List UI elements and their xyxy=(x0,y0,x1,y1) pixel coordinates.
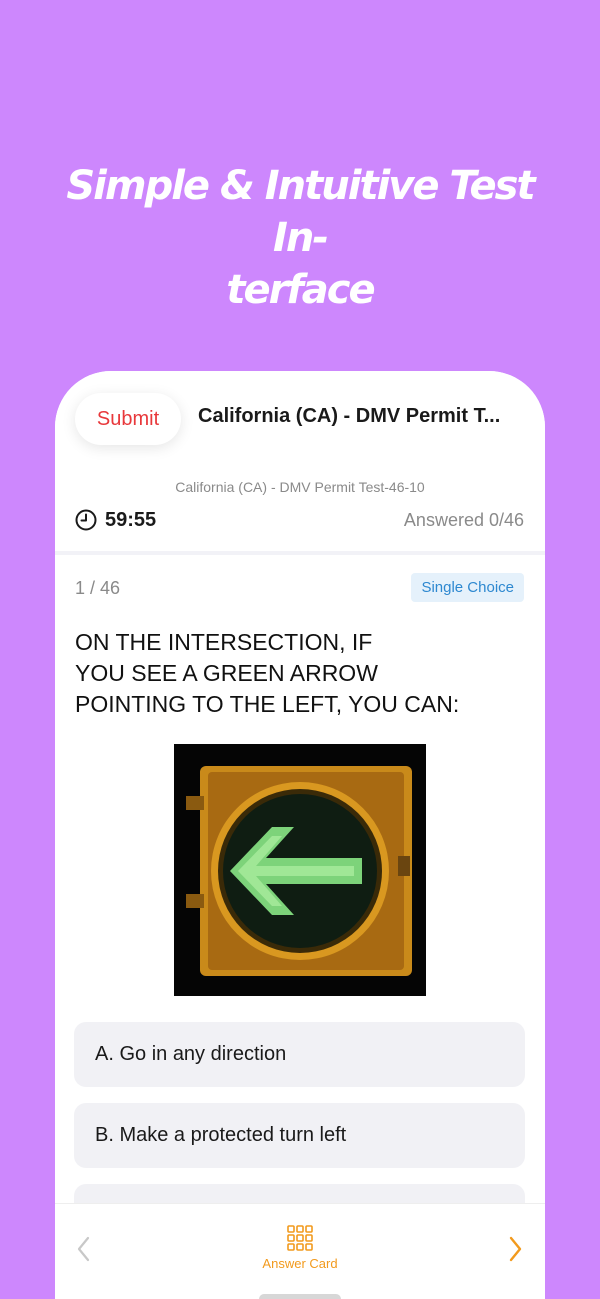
question-counter: 1 / 46 xyxy=(75,578,121,598)
timer: 59:55 xyxy=(75,509,156,531)
divider xyxy=(55,551,545,555)
question-type-badge: Single Choice xyxy=(411,573,524,602)
clock-icon xyxy=(75,509,97,531)
chevron-right-icon xyxy=(509,1236,522,1262)
submit-button[interactable]: Submit xyxy=(75,393,181,445)
previous-button[interactable] xyxy=(72,1234,96,1264)
bottom-navigation: Answer Card xyxy=(55,1203,545,1299)
promo-headline: Simple & Intuitive Test In- terface xyxy=(66,163,535,313)
timer-value: 59:55 xyxy=(105,508,157,531)
test-header: Submit California (CA) - DMV Permit T...… xyxy=(55,371,545,551)
answer-option-b[interactable]: B. Make a protected turn left xyxy=(74,1103,525,1168)
next-button[interactable] xyxy=(503,1234,527,1264)
question-text: ON THE INTERSECTION, IF YOU SEE A GREEN … xyxy=(75,629,460,717)
home-indicator xyxy=(259,1294,341,1299)
grid-icon xyxy=(287,1225,313,1251)
green-left-arrow-signal-icon xyxy=(174,744,426,996)
test-title: California (CA) - DMV Permit T... xyxy=(198,405,501,427)
answer-card-button[interactable]: Answer Card xyxy=(250,1225,350,1271)
phone-screen: Submit California (CA) - DMV Permit T...… xyxy=(55,371,545,1299)
answered-count: Answered 0/46 xyxy=(403,510,524,530)
answer-option-a[interactable]: A. Go in any direction xyxy=(74,1022,525,1087)
answer-card-label: Answer Card xyxy=(262,1256,338,1271)
question-image xyxy=(174,744,426,996)
chevron-left-icon xyxy=(77,1236,90,1262)
test-subtitle: California (CA) - DMV Permit Test-46-10 xyxy=(175,479,425,495)
